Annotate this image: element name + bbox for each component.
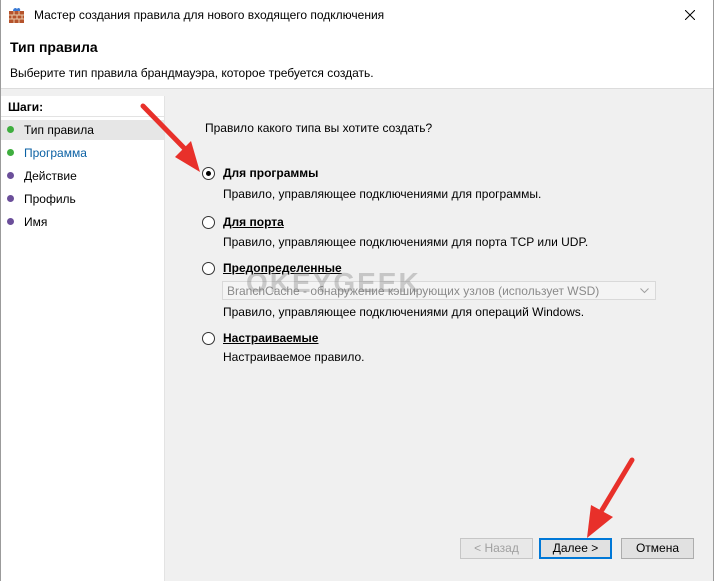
- page-title: Тип правила: [10, 39, 98, 55]
- rule-type-question: Правило какого типа вы хотите создать?: [205, 121, 433, 135]
- step-label: Действие: [24, 169, 77, 183]
- steps-panel: Шаги: Тип правила Программа Действие Про…: [1, 96, 165, 581]
- radio-custom[interactable]: [202, 332, 215, 345]
- step-status-dot-icon: [7, 149, 14, 156]
- title-bar: Мастер создания правила для нового входя…: [1, 0, 713, 31]
- step-program[interactable]: Программа: [1, 143, 164, 163]
- close-button[interactable]: [668, 0, 713, 31]
- radio-port[interactable]: [202, 216, 215, 229]
- step-action[interactable]: Действие: [1, 166, 164, 186]
- step-label: Профиль: [24, 192, 76, 206]
- window-title: Мастер создания правила для нового входя…: [34, 8, 385, 22]
- option-description: Правило, управляющее подключениями для о…: [223, 305, 585, 319]
- chevron-down-icon: [640, 288, 649, 294]
- step-status-dot-icon: [7, 172, 14, 179]
- step-label: Тип правила: [24, 123, 94, 137]
- steps-divider: [1, 116, 164, 117]
- wizard-header: Тип правила Выберите тип правила брандма…: [1, 31, 713, 89]
- page-subtitle: Выберите тип правила брандмауэра, которо…: [10, 66, 374, 80]
- option-description: Настраиваемое правило.: [223, 350, 365, 364]
- option-label[interactable]: Настраиваемые: [223, 331, 318, 345]
- cancel-button[interactable]: Отмена: [621, 538, 694, 559]
- radio-program[interactable]: [202, 167, 215, 180]
- step-status-dot-icon: [7, 195, 14, 202]
- step-label: Программа: [24, 146, 87, 160]
- option-description: Правило, управляющее подключениями для п…: [223, 235, 589, 249]
- close-icon: [685, 10, 695, 20]
- firewall-wall-icon: [8, 7, 25, 24]
- option-label[interactable]: Для порта: [223, 215, 284, 229]
- back-button[interactable]: < Назад: [460, 538, 533, 559]
- step-status-dot-icon: [7, 218, 14, 225]
- step-name[interactable]: Имя: [1, 212, 164, 232]
- content-panel: Правило какого типа вы хотите создать? Д…: [166, 96, 713, 521]
- option-description: Правило, управляющее подключениями для п…: [223, 187, 542, 201]
- step-profile[interactable]: Профиль: [1, 189, 164, 209]
- steps-title: Шаги:: [8, 100, 44, 114]
- wizard-window: Мастер создания правила для нового входя…: [0, 0, 714, 581]
- radio-predefined[interactable]: [202, 262, 215, 275]
- step-rule-type[interactable]: Тип правила: [1, 120, 164, 140]
- step-label: Имя: [24, 215, 48, 229]
- radio-selected-dot: [206, 171, 211, 176]
- option-label[interactable]: Для программы: [223, 166, 318, 180]
- watermark: OKEYGEEK: [246, 267, 421, 298]
- next-button[interactable]: Далее >: [539, 538, 612, 559]
- step-status-dot-icon: [7, 126, 14, 133]
